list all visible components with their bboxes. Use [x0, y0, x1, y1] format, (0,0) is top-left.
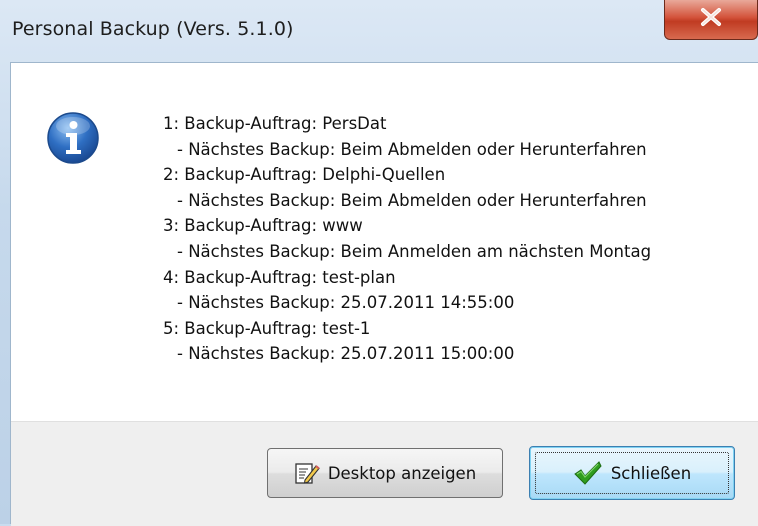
window-title: Personal Backup (Vers. 5.1.0) [12, 18, 294, 40]
button-bar: Desktop anzeigen Schließen [11, 421, 758, 526]
title-bar[interactable]: Personal Backup (Vers. 5.1.0) [0, 0, 758, 62]
show-desktop-label: Desktop anzeigen [327, 463, 477, 483]
job-line: 2: Backup-Auftrag: Delphi-Quellen [163, 165, 446, 185]
close-x-icon [701, 8, 721, 26]
notepad-pencil-icon [295, 463, 320, 484]
dialog-window: Personal Backup (Vers. 5.1.0) 1: Backup-… [0, 0, 758, 526]
next-backup-line: - Nächstes Backup: 25.07.2011 15:00:00 [177, 344, 515, 364]
job-line: 3: Backup-Auftrag: www [163, 216, 363, 236]
next-backup-line: - Nächstes Backup: Beim Anmelden am näch… [177, 241, 652, 261]
green-checkmark-icon [574, 461, 602, 485]
job-line: 5: Backup-Auftrag: test-1 [163, 318, 371, 338]
info-icon [46, 111, 100, 165]
job-line: 1: Backup-Auftrag: PersDat [163, 114, 387, 133]
window-close-button[interactable] [664, 0, 758, 40]
close-button[interactable]: Schließen [529, 446, 735, 500]
message-text: 1: Backup-Auftrag: PersDat - Nächstes Ba… [163, 111, 651, 367]
show-desktop-button[interactable]: Desktop anzeigen [267, 448, 503, 498]
next-backup-line: - Nächstes Backup: 25.07.2011 14:55:00 [177, 293, 515, 313]
dialog-body: 1: Backup-Auftrag: PersDat - Nächstes Ba… [10, 62, 758, 526]
next-backup-line: - Nächstes Backup: Beim Abmelden oder He… [177, 139, 647, 159]
job-line: 4: Backup-Auftrag: test-plan [163, 267, 396, 287]
next-backup-line: - Nächstes Backup: Beim Abmelden oder He… [177, 190, 647, 210]
close-button-label: Schließen [610, 463, 692, 483]
